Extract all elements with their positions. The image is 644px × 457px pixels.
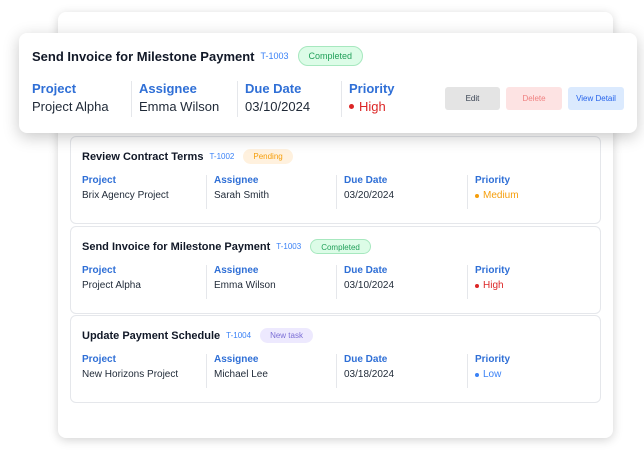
edit-button[interactable]: Edit <box>445 87 500 110</box>
task-id: T-1003 <box>260 51 289 61</box>
priority-dot-icon <box>475 372 479 377</box>
task-details: Project New Horizons Project Assignee Mi… <box>71 354 600 388</box>
project-value: Project Alpha <box>82 280 141 291</box>
priority-indicator: High <box>349 99 395 114</box>
priority-dot-icon <box>475 193 479 198</box>
priority-value: High <box>359 99 386 114</box>
priority-label: Priority <box>349 81 395 96</box>
view-detail-button[interactable]: View Detail <box>568 87 624 110</box>
task-id: T-1003 <box>276 242 302 251</box>
status-badge: Pending <box>243 149 293 164</box>
due-date-column: Due Date 03/18/2024 <box>336 354 394 388</box>
due-date-label: Due Date <box>344 175 388 186</box>
project-column: Project Project Alpha <box>82 265 141 299</box>
assignee-column: Assignee Michael Lee <box>206 354 268 388</box>
project-label: Project <box>82 265 116 276</box>
priority-label: Priority <box>475 175 511 186</box>
priority-value: Medium <box>483 190 519 201</box>
task-card[interactable]: Update Payment Schedule T-1004 New task … <box>70 315 601 403</box>
delete-button[interactable]: Delete <box>506 87 562 110</box>
project-label: Project <box>82 354 116 365</box>
project-label: Project <box>32 81 77 96</box>
project-value: New Horizons Project <box>82 369 179 380</box>
task-details: Project Brix Agency Project Assignee Sar… <box>71 175 600 209</box>
priority-value: Low <box>483 369 502 380</box>
project-label: Project <box>82 175 116 186</box>
priority-column: Priority High <box>467 265 510 299</box>
due-date-value: 03/10/2024 <box>245 99 311 114</box>
assignee-value: Sarah Smith <box>214 190 270 201</box>
assignee-value: Emma Wilson <box>214 280 276 291</box>
priority-value: High <box>483 280 504 291</box>
task-id: T-1002 <box>209 152 235 161</box>
project-column: Project New Horizons Project <box>82 354 178 388</box>
status-badge: Completed <box>297 46 364 66</box>
task-card[interactable]: Review Contract Terms T-1002 Pending Pro… <box>70 136 601 224</box>
status-badge: New task <box>260 328 313 343</box>
due-date-label: Due Date <box>344 354 388 365</box>
task-card[interactable]: Send Invoice for Milestone Payment T-100… <box>70 226 601 314</box>
task-title: Review Contract Terms <box>82 150 204 163</box>
priority-column: Priority High <box>341 81 395 117</box>
assignee-value: Emma Wilson <box>139 99 220 114</box>
priority-indicator: Medium <box>475 190 519 201</box>
task-card-header: Send Invoice for Milestone Payment T-100… <box>82 239 371 254</box>
due-date-column: Due Date 03/10/2024 <box>336 265 394 299</box>
assignee-label: Assignee <box>214 175 259 186</box>
priority-dot-icon <box>349 104 354 109</box>
task-details: Project Project Alpha Assignee Emma Wils… <box>71 265 600 299</box>
priority-dot-icon <box>475 283 479 288</box>
priority-label: Priority <box>475 265 511 276</box>
status-badge: Completed <box>310 239 371 254</box>
task-title: Update Payment Schedule <box>82 329 221 342</box>
task-card-header: Update Payment Schedule T-1004 New task <box>82 328 313 343</box>
due-date-value: 03/10/2024 <box>344 280 395 291</box>
assignee-column: Assignee Emma Wilson <box>131 81 219 117</box>
project-value: Brix Agency Project <box>82 190 169 201</box>
focused-task-card[interactable]: Send Invoice for Milestone Payment T-100… <box>19 33 637 133</box>
due-date-value: 03/18/2024 <box>344 369 395 380</box>
priority-label: Priority <box>475 354 511 365</box>
project-column: Project Brix Agency Project <box>82 175 169 209</box>
priority-indicator: High <box>475 280 510 291</box>
priority-column: Priority Medium <box>467 175 519 209</box>
priority-column: Priority Low <box>467 354 510 388</box>
project-column: Project Project Alpha <box>32 81 109 117</box>
assignee-label: Assignee <box>214 354 259 365</box>
due-date-column: Due Date 03/10/2024 <box>237 81 310 117</box>
assignee-value: Michael Lee <box>214 369 268 380</box>
assignee-column: Assignee Emma Wilson <box>206 265 276 299</box>
task-card-header: Send Invoice for Milestone Payment T-100… <box>32 46 364 66</box>
due-date-value: 03/20/2024 <box>344 190 395 201</box>
priority-indicator: Low <box>475 369 510 380</box>
task-id: T-1004 <box>226 331 252 340</box>
assignee-column: Assignee Sarah Smith <box>206 175 269 209</box>
assignee-label: Assignee <box>139 81 197 96</box>
assignee-label: Assignee <box>214 265 259 276</box>
due-date-label: Due Date <box>344 265 388 276</box>
task-title: Send Invoice for Milestone Payment <box>32 48 255 64</box>
task-card-header: Review Contract Terms T-1002 Pending <box>82 149 293 164</box>
due-date-column: Due Date 03/20/2024 <box>336 175 394 209</box>
task-title: Send Invoice for Milestone Payment <box>82 240 271 253</box>
due-date-label: Due Date <box>245 81 302 96</box>
project-value: Project Alpha <box>32 99 109 114</box>
